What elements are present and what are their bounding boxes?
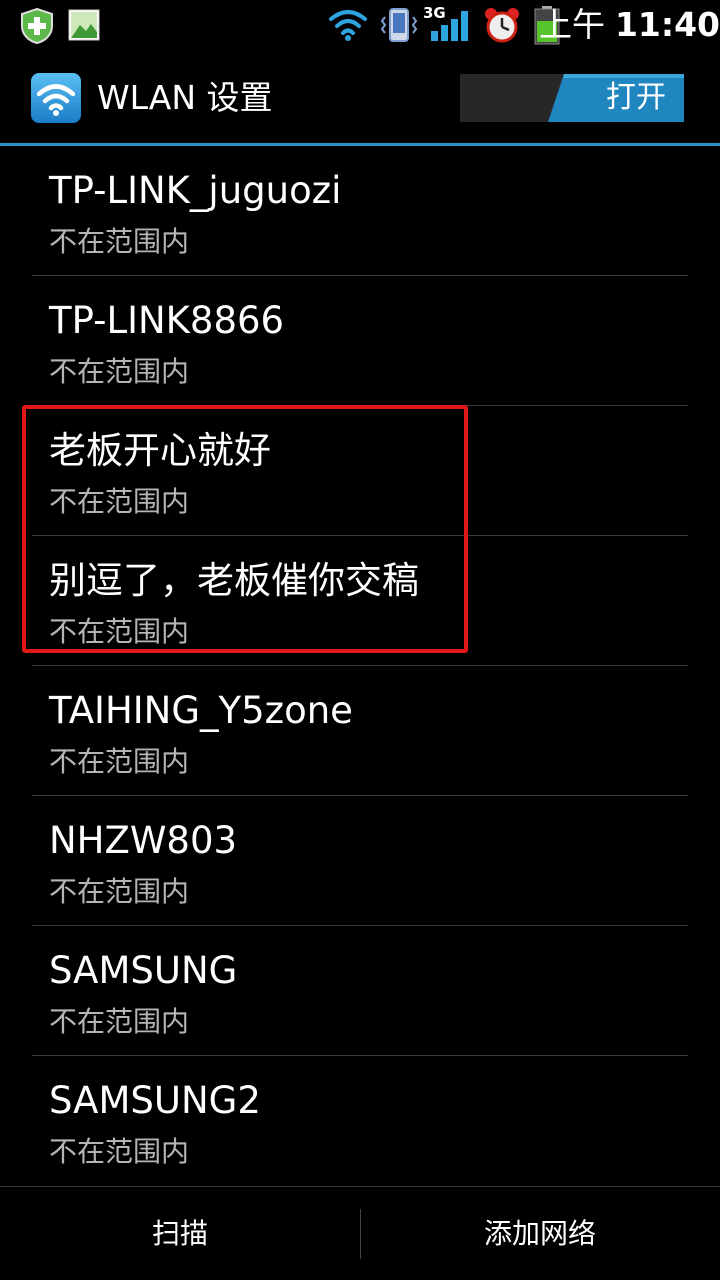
wifi-icon [31,73,81,123]
status-clock: 上午 11:40 [539,2,720,48]
image-notification-icon [68,9,100,41]
network-item[interactable]: SAMSUNG 不在范围内 [0,926,720,1056]
toggle-label: 打开 [606,80,666,115]
network-ssid: TAIHING_Y5zone [49,689,353,732]
network-ssid: TP-LINK_juguozi [49,169,342,212]
status-bar: 3G 上午 11:40 [0,0,720,50]
network-ssid: TP-LINK8866 [49,299,285,342]
network-status: 不在范围内 [49,485,190,518]
network-status: 不在范围内 [49,875,190,908]
network-status: 不在范围内 [49,1005,190,1038]
network-ssid: 老板开心就好 [49,429,271,472]
network-item[interactable]: TP-LINK_juguozi 不在范围内 [0,146,720,276]
network-ssid: NHZW803 [49,819,238,862]
wlan-settings-screen: 3G 上午 11:40 WLAN 设置 打开 TP-LINK_juguozi 不… [0,0,720,1280]
action-bar: WLAN 设置 打开 [0,50,720,144]
bottom-bar: 扫描 添加网络 [0,1186,720,1280]
network-status: 不在范围内 [49,1135,190,1168]
network-item[interactable]: 别逗了，老板催你交稿 不在范围内 [0,536,720,666]
page-title: WLAN 设置 [97,78,273,117]
scan-button[interactable]: 扫描 [0,1187,360,1280]
network-ssid: SAMSUNG [49,949,238,992]
network-status: 不在范围内 [49,355,190,388]
network-ssid: SAMSUNG2 [49,1079,261,1122]
network-item[interactable]: SAMSUNG2 不在范围内 [0,1056,720,1186]
network-item[interactable]: TAIHING_Y5zone 不在范围内 [0,666,720,796]
wlan-toggle[interactable]: 打开 [460,74,684,122]
vibrate-mode-icon [380,8,418,42]
network-item[interactable]: 老板开心就好 不在范围内 [0,406,720,536]
network-item[interactable]: TP-LINK8866 不在范围内 [0,276,720,406]
add-network-button[interactable]: 添加网络 [360,1187,720,1280]
network-status: 不在范围内 [49,745,190,778]
shield-update-icon [21,8,53,44]
network-ssid: 别逗了，老板催你交稿 [49,559,419,602]
clock-time: 11:40 [614,5,720,44]
wifi-signal-icon [329,10,367,41]
network-status: 不在范围内 [49,225,190,258]
network-item[interactable]: NHZW803 不在范围内 [0,796,720,926]
cellular-signal-icon: 3G [423,5,475,45]
network-status: 不在范围内 [49,615,190,648]
clock-ampm: 上午 [538,5,605,44]
alarm-clock-icon [485,8,519,43]
network-list: TP-LINK_juguozi 不在范围内 TP-LINK8866 不在范围内 … [0,146,720,1186]
